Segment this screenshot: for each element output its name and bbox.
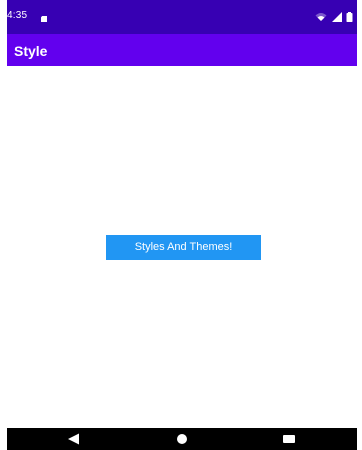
main-content: Styles And Themes! <box>7 66 357 428</box>
styles-and-themes-button[interactable]: Styles And Themes! <box>106 235 261 260</box>
status-bar: 4:35 <box>7 0 357 34</box>
status-icons <box>315 9 353 22</box>
home-button[interactable] <box>170 428 194 450</box>
app-bar: Style <box>7 34 357 66</box>
cell-signal-icon <box>331 9 346 26</box>
recents-button[interactable] <box>277 428 301 450</box>
app-title: Style <box>14 43 48 59</box>
back-button[interactable] <box>62 428 86 450</box>
sim-card-icon <box>40 10 48 22</box>
app-frame: 4:35 Style Styles And Themes! <box>7 0 357 450</box>
battery-icon <box>346 9 353 26</box>
navigation-bar <box>7 428 357 450</box>
screen: 4:35 Style Styles And Themes! <box>0 0 362 450</box>
wifi-icon <box>315 9 331 26</box>
status-time: 4:35 <box>7 10 28 21</box>
